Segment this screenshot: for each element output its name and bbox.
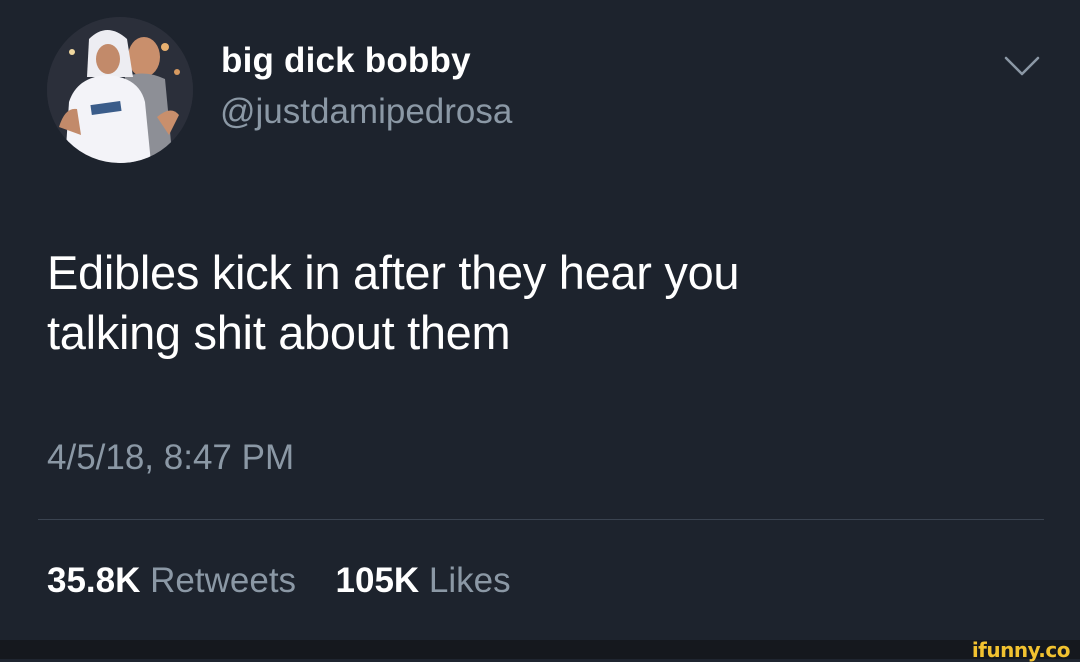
likes-label: Likes [428, 561, 511, 600]
tweet-timestamp[interactable]: 4/5/18, 8:47 PM [47, 438, 294, 478]
chevron-down-icon[interactable] [1002, 52, 1042, 80]
watermark-bar [0, 640, 1080, 659]
engagement-stats: 35.8K Retweets 105K Likes [47, 561, 511, 601]
retweets-count: 35.8K [47, 561, 141, 600]
retweets-label: Retweets [150, 561, 297, 600]
tweet-text: Edibles kick in after they hear you talk… [47, 243, 1047, 363]
user-handle[interactable]: @justdamipedrosa [220, 92, 512, 132]
tweet-card: big dick bobby @justdamipedrosa Edibles … [0, 0, 1080, 640]
retweets-stat[interactable]: 35.8K Retweets [47, 561, 306, 600]
ifunny-watermark: ifunny.co [971, 638, 1071, 662]
tweet-text-line: talking shit about them [47, 306, 511, 359]
likes-stat[interactable]: 105K Likes [336, 561, 511, 600]
avatar[interactable] [47, 17, 193, 163]
tweet-text-line: Edibles kick in after they hear you [47, 246, 740, 299]
display-name[interactable]: big dick bobby [221, 41, 471, 81]
likes-count: 105K [335, 561, 420, 600]
avatar-photo [47, 17, 193, 163]
divider [38, 519, 1044, 520]
